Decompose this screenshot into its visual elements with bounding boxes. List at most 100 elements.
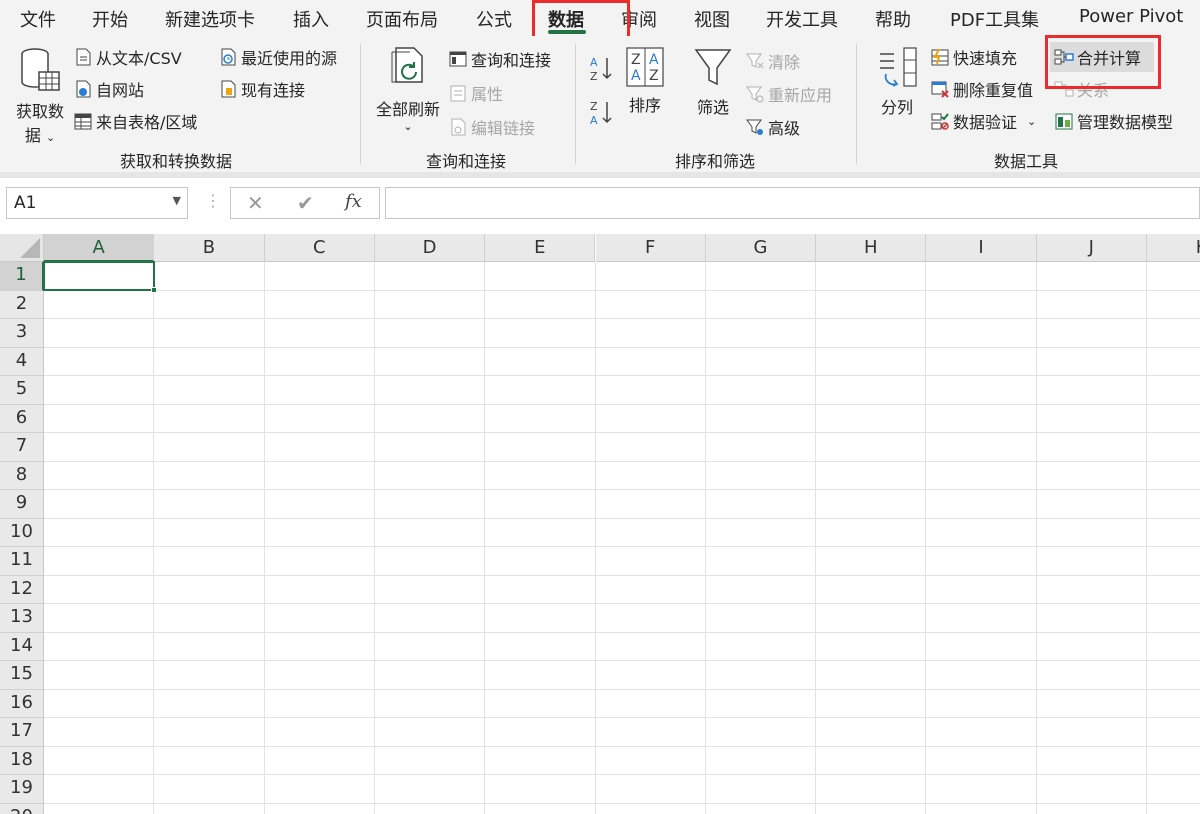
relationships-button[interactable]: 关系 xyxy=(1054,77,1109,101)
row-header-16[interactable]: 16 xyxy=(0,689,44,718)
reapply-button[interactable]: 重新应用 xyxy=(745,82,832,106)
name-box[interactable]: A1 ▼ xyxy=(6,187,188,219)
row-header-20[interactable]: 20 xyxy=(0,803,44,814)
row-header-17[interactable]: 17 xyxy=(0,718,44,747)
column-header-g[interactable]: G xyxy=(705,234,817,262)
tab-page-layout[interactable]: 页面布局 xyxy=(366,6,438,32)
column-header-i[interactable]: I xyxy=(926,234,1037,262)
row-header-13[interactable]: 13 xyxy=(0,604,44,633)
column-header-e[interactable]: E xyxy=(485,234,596,262)
recent-sources-button[interactable]: 最近使用的源 xyxy=(218,45,337,69)
remove-duplicates-button[interactable]: 删除重复值 xyxy=(930,77,1033,101)
formula-input[interactable] xyxy=(385,187,1200,219)
gridline-vertical xyxy=(1146,262,1147,814)
row-header-7[interactable]: 7 xyxy=(0,433,44,462)
properties-button[interactable]: 属性 xyxy=(448,81,503,105)
sort-button[interactable]: Z A A Z 排序 xyxy=(624,46,666,116)
column-header-d[interactable]: D xyxy=(374,234,486,262)
get-data-button[interactable]: 获取数 据 ⌄ xyxy=(12,46,68,146)
row-header-14[interactable]: 14 xyxy=(0,632,44,661)
flash-fill-icon xyxy=(931,48,949,66)
select-all-button[interactable] xyxy=(0,234,44,262)
text-to-columns-button[interactable]: 分列 xyxy=(872,46,922,118)
row-header-15[interactable]: 15 xyxy=(0,661,44,690)
cancel-icon[interactable]: ✕ xyxy=(247,191,264,215)
gridline-horizontal xyxy=(44,603,1200,604)
worksheet-grid[interactable]: ABCDEFGHIJK12345678910111213141516171819… xyxy=(0,234,1200,814)
data-validation-button[interactable]: 数据验证 ⌄ xyxy=(930,109,1036,133)
row-header-3[interactable]: 3 xyxy=(0,319,44,348)
row-header-19[interactable]: 19 xyxy=(0,775,44,804)
column-header-j[interactable]: J xyxy=(1036,234,1147,262)
edit-links-button[interactable]: 编辑链接 xyxy=(448,115,535,139)
tab-formulas[interactable]: 公式 xyxy=(476,6,512,32)
tab-data[interactable]: 数据 xyxy=(548,6,584,32)
row-header-18[interactable]: 18 xyxy=(0,746,44,775)
gridline-horizontal xyxy=(44,717,1200,718)
row-header-2[interactable]: 2 xyxy=(0,290,44,319)
group-label-get-transform: 获取和转换数据 xyxy=(120,152,233,171)
tab-review[interactable]: 审阅 xyxy=(621,6,657,32)
column-header-k[interactable]: K xyxy=(1147,234,1200,262)
from-text-csv-button[interactable]: 从文本/CSV xyxy=(73,45,182,69)
sort-ascending-button[interactable]: AZ xyxy=(588,54,614,82)
active-cell[interactable] xyxy=(43,261,157,293)
row-header-10[interactable]: 10 xyxy=(0,518,44,547)
svg-text:A: A xyxy=(631,68,641,84)
column-header-h[interactable]: H xyxy=(816,234,927,262)
filter-button[interactable]: 筛选 xyxy=(692,46,734,118)
advanced-filter-button[interactable]: 高级 xyxy=(745,115,800,139)
funnel-icon xyxy=(694,49,732,86)
manage-data-model-button[interactable]: 管理数据模型 xyxy=(1054,109,1173,133)
group-label-data-tools: 数据工具 xyxy=(994,152,1059,171)
tab-developer[interactable]: 开发工具 xyxy=(766,6,838,32)
edit-links-icon xyxy=(451,118,466,136)
existing-connections-button[interactable]: 现有连接 xyxy=(218,77,305,101)
row-header-1[interactable]: 1 xyxy=(0,262,44,291)
row-header-6[interactable]: 6 xyxy=(0,404,44,433)
from-table-range-button[interactable]: 来自表格/区域 xyxy=(73,109,197,133)
tab-view[interactable]: 视图 xyxy=(694,6,730,32)
group-separator xyxy=(856,44,857,164)
row-header-4[interactable]: 4 xyxy=(0,347,44,376)
drag-handle-icon[interactable]: ⋮ xyxy=(205,191,221,210)
split-columns-icon xyxy=(880,47,917,87)
consolidate-button[interactable]: 合并计算 xyxy=(1050,42,1154,72)
gridline-horizontal xyxy=(44,460,1200,462)
tab-power-pivot[interactable]: Power Pivot xyxy=(1079,6,1183,27)
web-icon xyxy=(76,80,91,98)
row-header-12[interactable]: 12 xyxy=(0,575,44,604)
sort-descending-button[interactable]: ZA xyxy=(588,98,614,126)
gridline-vertical xyxy=(594,262,596,814)
consolidate-icon xyxy=(1054,49,1074,65)
clear-filter-button[interactable]: 清除 xyxy=(745,49,800,73)
tab-new-tab[interactable]: 新建选项卡 xyxy=(165,6,255,32)
sort-az-icon: AZ xyxy=(590,56,612,82)
row-header-9[interactable]: 9 xyxy=(0,490,44,519)
chevron-down-icon[interactable]: ▼ xyxy=(173,194,181,207)
tab-help[interactable]: 帮助 xyxy=(875,6,911,32)
svg-text:A: A xyxy=(590,56,598,69)
column-header-f[interactable]: F xyxy=(595,234,706,262)
gridline-horizontal xyxy=(44,432,1200,433)
tab-home[interactable]: 开始 xyxy=(92,6,128,32)
queries-connections-button[interactable]: 查询和连接 xyxy=(448,47,551,71)
svg-text:Z: Z xyxy=(631,52,641,68)
column-header-c[interactable]: C xyxy=(264,234,375,262)
tab-insert[interactable]: 插入 xyxy=(293,6,329,32)
flash-fill-button[interactable]: 快速填充 xyxy=(930,45,1017,69)
row-header-5[interactable]: 5 xyxy=(0,376,44,405)
refresh-all-button[interactable]: 全部刷新 ⌄ xyxy=(372,46,444,133)
from-web-button[interactable]: 自网站 xyxy=(73,77,144,101)
row-header-11[interactable]: 11 xyxy=(0,547,44,576)
insert-function-icon[interactable]: fx xyxy=(345,191,362,212)
row-header-8[interactable]: 8 xyxy=(0,461,44,490)
column-header-b[interactable]: B xyxy=(154,234,265,262)
column-header-a[interactable]: A xyxy=(44,234,155,262)
tab-file[interactable]: 文件 xyxy=(20,6,56,32)
gridline-vertical xyxy=(815,262,817,814)
tab-pdf-tools[interactable]: PDF工具集 xyxy=(950,6,1039,32)
enter-icon[interactable]: ✔ xyxy=(297,191,314,215)
gridline-vertical xyxy=(263,262,265,814)
fill-handle[interactable] xyxy=(151,287,157,293)
